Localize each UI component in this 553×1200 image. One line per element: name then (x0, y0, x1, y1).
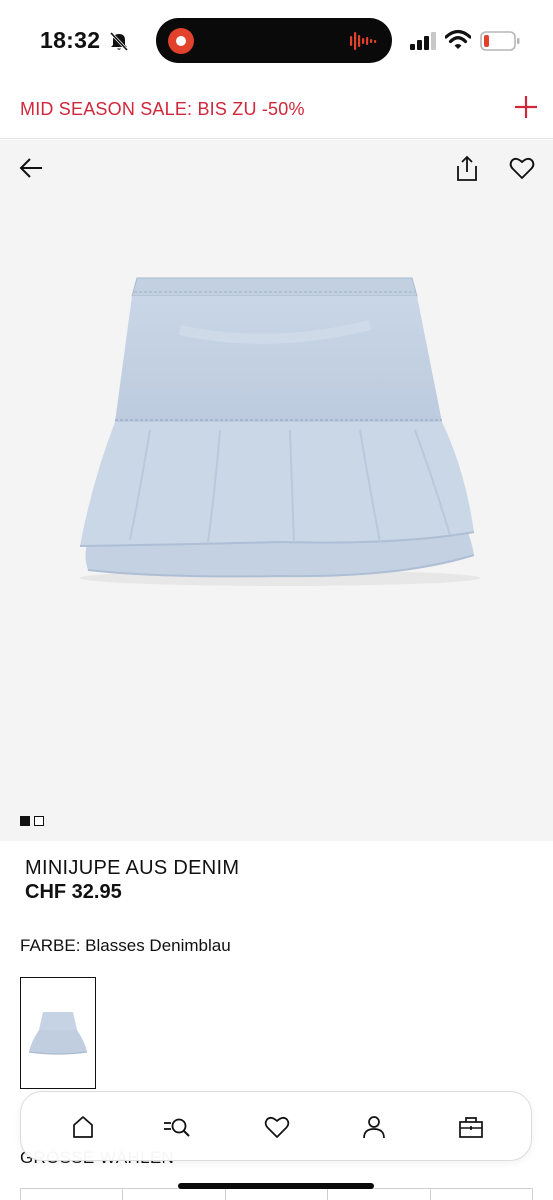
pagination-dot-active[interactable] (20, 816, 30, 826)
account-icon[interactable] (359, 1112, 389, 1142)
search-filter-icon[interactable] (162, 1112, 192, 1142)
pagination-dot[interactable] (34, 816, 44, 826)
status-bar: 18:32 (0, 0, 553, 80)
share-icon[interactable] (454, 154, 480, 182)
plus-icon[interactable] (513, 94, 539, 120)
signal-icon (410, 32, 436, 50)
battery-low-icon (480, 31, 520, 51)
back-arrow-icon[interactable] (18, 156, 44, 180)
bell-slash-icon (109, 31, 129, 52)
product-gallery[interactable] (0, 140, 553, 841)
status-time: 18:32 (40, 27, 101, 53)
size-option[interactable] (224, 1189, 327, 1200)
color-label: FARBE: Blasses Denimblau (20, 936, 231, 955)
size-option[interactable] (20, 1189, 122, 1200)
size-selector[interactable] (20, 1188, 534, 1200)
favorites-icon[interactable] (262, 1112, 292, 1142)
product-price: CHF 32.95 (25, 881, 122, 903)
size-option[interactable] (122, 1189, 224, 1200)
gallery-pagination (20, 816, 48, 826)
record-icon (168, 28, 194, 54)
waveform-icon (350, 32, 377, 50)
product-name: MINIJUPE AUS DENIM (25, 857, 240, 879)
home-indicator[interactable] (178, 1183, 374, 1189)
product-image-skirt (79, 277, 480, 586)
wifi-icon (445, 29, 471, 49)
color-swatch-thumbnail[interactable] (20, 977, 96, 1089)
bottom-navigation (20, 1091, 532, 1161)
heart-icon[interactable] (509, 156, 535, 180)
size-option[interactable] (327, 1189, 429, 1200)
promo-banner[interactable]: MID SEASON SALE: BIS ZU -50% (0, 80, 553, 139)
size-option[interactable] (429, 1189, 534, 1200)
dynamic-island[interactable] (156, 18, 392, 63)
bag-icon[interactable] (456, 1112, 486, 1142)
promo-text: MID SEASON SALE: BIS ZU -50% (20, 99, 305, 119)
thumbnail-skirt-image (28, 1012, 88, 1055)
home-icon[interactable] (68, 1112, 98, 1142)
